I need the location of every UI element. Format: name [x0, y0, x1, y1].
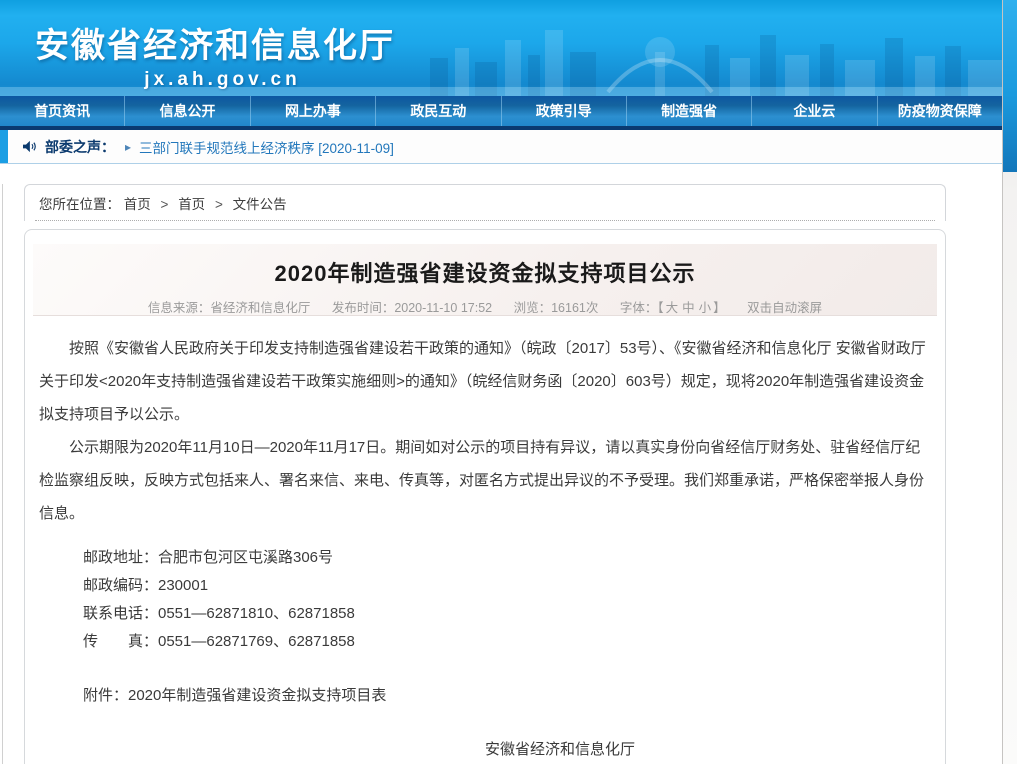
font-size-large[interactable]: 大: [666, 301, 679, 315]
breadcrumb: 您所在位置： 首页 > 首页 > 文件公告: [24, 184, 946, 221]
ticker-left-accent: [0, 130, 8, 163]
font-size-medium[interactable]: 中: [682, 301, 695, 315]
site-logo[interactable]: 安徽省经济和信息化厅 jx.ah.gov.cn: [35, 18, 410, 91]
contact-line-phone: 联系电话：0551—62871810、62871858: [39, 600, 931, 628]
site-title: 安徽省经济和信息化厅: [35, 18, 410, 67]
meta-views: 浏览：16161次: [514, 301, 599, 315]
font-size-small[interactable]: 小: [699, 301, 712, 315]
attachment-link[interactable]: 附件：2020年制造强省建设资金拟支持项目表: [39, 682, 931, 710]
scrollbar[interactable]: [1002, 0, 1017, 764]
main-nav: 首页资讯 信息公开 网上办事 政民互动 政策引导 制造强省 企业云 防疫物资保障: [0, 96, 1002, 130]
site-header: 安徽省经济和信息化厅 jx.ah.gov.cn: [0, 0, 1002, 96]
article-box: 2020年制造强省建设资金拟支持项目公示 信息来源：省经济和信息化厅 发布时间：…: [24, 229, 946, 764]
font-size-widget: 字体：【大中小】: [620, 301, 726, 315]
nav-item-home-news[interactable]: 首页资讯: [0, 96, 124, 126]
breadcrumb-item-current[interactable]: 文件公告: [233, 197, 287, 212]
contact-block: 邮政地址：合肥市包河区屯溪路306号 邮政编码：230001 联系电话：0551…: [39, 544, 931, 656]
speaker-icon: [22, 140, 37, 153]
contact-line-fax: 传 真：0551—62871769、62871858: [39, 628, 931, 656]
nav-item-enterprise-cloud[interactable]: 企业云: [751, 96, 876, 126]
contact-line-postcode: 邮政编码：230001: [39, 572, 931, 600]
page: 安徽省经济和信息化厅 jx.ah.gov.cn 首页资讯 信息公开 网上办事 政…: [0, 0, 1017, 764]
left-edge-divider: [2, 184, 3, 764]
nav-item-epidemic-supplies[interactable]: 防疫物资保障: [877, 96, 1002, 126]
dotted-divider: [35, 220, 935, 221]
scrollbar-thumb[interactable]: [1003, 0, 1017, 172]
site-url: jx.ah.gov.cn: [35, 69, 410, 91]
ticker-arrow-icon: ▸: [125, 140, 131, 154]
autoscroll-toggle[interactable]: 双击自动滚屏: [747, 301, 822, 315]
article-body: 按照《安徽省人民政府关于印发支持制造强省建设若干政策的通知》（皖政〔2017〕5…: [25, 316, 945, 764]
breadcrumb-prefix: 您所在位置：: [39, 197, 120, 212]
signature-block: 安徽省经济和信息化厅 2020年11月10日: [39, 736, 931, 764]
article-header: 2020年制造强省建设资金拟支持项目公示 信息来源：省经济和信息化厅 发布时间：…: [33, 244, 937, 316]
breadcrumb-separator: >: [161, 197, 169, 212]
breadcrumb-separator: >: [215, 197, 223, 212]
font-label-close: 】: [713, 301, 726, 315]
paragraph-publicity-period: 公示期限为2020年11月10日—2020年11月17日。期间如对公示的项目持有…: [39, 431, 931, 530]
contact-line-address: 邮政地址：合肥市包河区屯溪路306号: [39, 544, 931, 572]
page-column: 安徽省经济和信息化厅 jx.ah.gov.cn 首页资讯 信息公开 网上办事 政…: [0, 0, 1002, 764]
meta-publish-time: 发布时间：2020-11-10 17:52: [332, 301, 492, 315]
article-meta: 信息来源：省经济和信息化厅 发布时间：2020-11-10 17:52 浏览：1…: [33, 297, 937, 316]
meta-source: 信息来源：省经济和信息化厅: [148, 301, 311, 315]
nav-item-online-services[interactable]: 网上办事: [250, 96, 375, 126]
breadcrumb-item-home[interactable]: 首页: [124, 197, 151, 212]
signature-org: 安徽省经济和信息化厅: [189, 736, 931, 763]
paragraph-basis: 按照《安徽省人民政府关于印发支持制造强省建设若干政策的通知》（皖政〔2017〕5…: [39, 332, 931, 431]
article-title: 2020年制造强省建设资金拟支持项目公示: [33, 244, 937, 288]
ticker-news-link[interactable]: 三部门联手规范线上经济秩序 [2020-11-09]: [139, 137, 394, 157]
nav-item-public-interaction[interactable]: 政民互动: [375, 96, 500, 126]
news-ticker-bar: 部委之声： ▸ 三部门联手规范线上经济秩序 [2020-11-09]: [0, 130, 1002, 164]
nav-item-manufacturing-province[interactable]: 制造强省: [626, 96, 751, 126]
main-content: 您所在位置： 首页 > 首页 > 文件公告 2020年制造强省建设资金拟支持项目…: [0, 184, 1002, 764]
ticker-label: 部委之声：: [45, 137, 115, 157]
nav-item-policy-guidance[interactable]: 政策引导: [501, 96, 626, 126]
breadcrumb-item-home-2[interactable]: 首页: [178, 197, 205, 212]
font-label: 字体：【: [620, 301, 664, 315]
nav-item-info-disclosure[interactable]: 信息公开: [124, 96, 249, 126]
